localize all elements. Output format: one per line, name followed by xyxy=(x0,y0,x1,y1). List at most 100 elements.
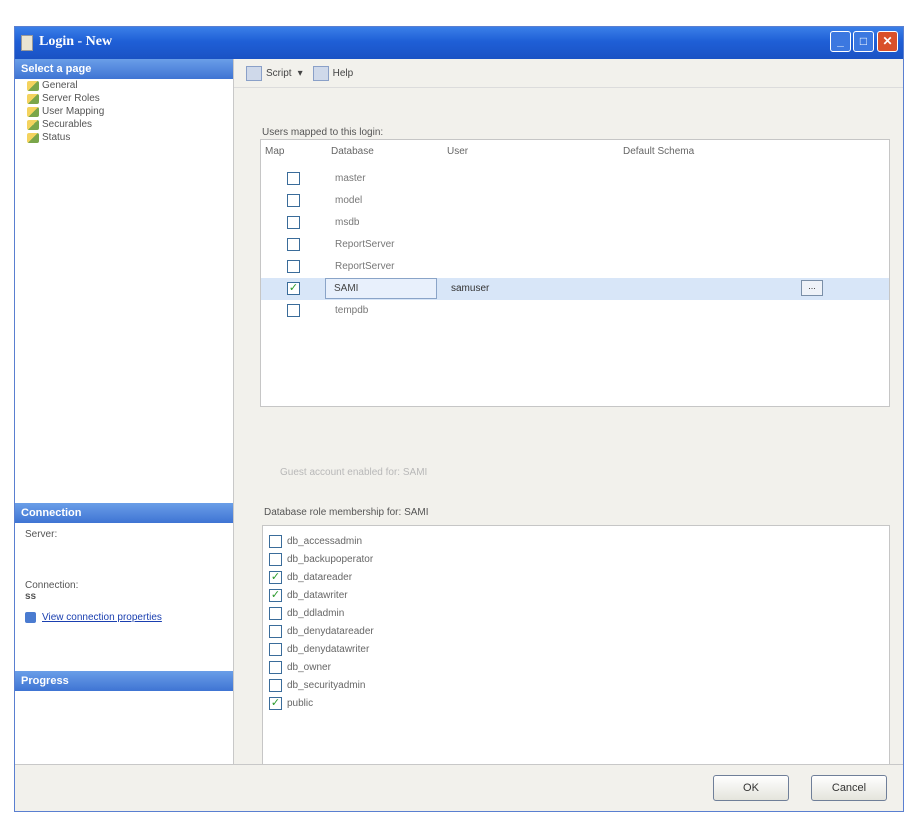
script-label: Script xyxy=(266,67,292,79)
role-checkbox[interactable] xyxy=(269,552,282,566)
connection-value: ss xyxy=(25,591,37,602)
script-icon xyxy=(246,65,262,81)
help-button[interactable]: Help xyxy=(312,65,354,81)
nav-label: User Mapping xyxy=(42,106,105,117)
role-label: public xyxy=(287,697,314,709)
role-checkbox[interactable]: ✓ xyxy=(269,570,282,584)
help-label: Help xyxy=(332,67,354,79)
database-cell: msdb xyxy=(335,217,360,228)
role-checkbox[interactable] xyxy=(269,624,282,638)
role-checkbox[interactable] xyxy=(269,678,282,692)
role-membership-label: Database role membership for: SAMI xyxy=(264,507,429,518)
dialog-footer: OK Cancel xyxy=(15,764,903,811)
role-item[interactable]: ✓ db_datawriter xyxy=(269,588,348,602)
nav-item-user-mapping[interactable]: User Mapping xyxy=(15,105,233,118)
role-checkbox[interactable]: ✓ xyxy=(269,696,282,710)
connection-header: Connection xyxy=(15,503,233,523)
login-new-dialog: Login - New _ □ ✕ Select a page General … xyxy=(14,26,904,812)
nav-label: General xyxy=(42,80,78,91)
header-map: Map xyxy=(265,146,285,157)
database-cell: tempdb xyxy=(335,305,369,316)
user-cell[interactable]: samuser xyxy=(451,283,489,294)
guest-account-label: Guest account enabled for: SAMI xyxy=(280,467,428,478)
page-icon xyxy=(27,106,39,117)
map-checkbox[interactable] xyxy=(287,194,300,207)
connection-section: Connection Server: Connection: ss View c… xyxy=(15,503,233,627)
map-checkbox[interactable]: ✓ xyxy=(287,282,300,295)
map-checkbox[interactable] xyxy=(287,260,300,273)
role-label: db_ddladmin xyxy=(287,607,345,619)
left-pane: Select a page General Server Roles User … xyxy=(15,59,234,765)
nav-item-status[interactable]: Status xyxy=(15,131,233,144)
database-cell[interactable]: SAMI xyxy=(325,278,437,299)
server-label: Server: xyxy=(25,529,58,540)
role-checkbox[interactable] xyxy=(269,660,282,674)
role-label: db_backupoperator xyxy=(287,553,374,565)
role-label: db_datareader xyxy=(287,571,353,583)
nav-label: Status xyxy=(42,132,71,143)
role-checkbox[interactable] xyxy=(269,534,282,548)
role-item[interactable]: db_accessadmin xyxy=(269,534,362,548)
view-connection-label: View connection properties xyxy=(42,612,162,623)
mapping-row[interactable]: tempdb xyxy=(261,300,889,322)
map-checkbox[interactable] xyxy=(287,304,300,317)
cancel-button[interactable]: Cancel xyxy=(811,775,887,801)
page-icon xyxy=(27,93,39,104)
role-label: db_securityadmin xyxy=(287,679,366,691)
progress-section: Progress xyxy=(15,671,233,691)
mapping-row[interactable]: msdb xyxy=(261,212,889,234)
role-item[interactable]: ✓ db_datareader xyxy=(269,570,352,584)
nav-label: Server Roles xyxy=(42,93,100,104)
title-bar[interactable]: Login - New _ □ ✕ xyxy=(15,27,903,59)
role-item[interactable]: db_owner xyxy=(269,660,331,674)
map-checkbox[interactable] xyxy=(287,238,300,251)
nav-item-securables[interactable]: Securables xyxy=(15,118,233,131)
script-dropdown-icon[interactable]: ▾ xyxy=(298,68,303,79)
nav-item-general[interactable]: General xyxy=(15,79,233,92)
role-item[interactable]: db_backupoperator xyxy=(269,552,373,566)
role-item[interactable]: ✓ public xyxy=(269,696,313,710)
script-button[interactable]: Script ▾ xyxy=(246,65,303,81)
mapping-row[interactable]: ReportServer xyxy=(261,256,889,278)
mapping-row-selected[interactable]: ✓ SAMI samuser ... xyxy=(261,278,889,300)
minimize-button[interactable]: _ xyxy=(830,31,851,52)
page-icon xyxy=(27,119,39,130)
mapping-row[interactable]: master xyxy=(261,168,889,190)
user-mapping-grid: Map Database User Default Schema master … xyxy=(260,139,890,407)
maximize-button[interactable]: □ xyxy=(853,31,874,52)
close-button[interactable]: ✕ xyxy=(877,31,898,52)
role-label: db_owner xyxy=(287,661,331,673)
schema-browse-button[interactable]: ... xyxy=(801,280,823,296)
nav-item-server-roles[interactable]: Server Roles xyxy=(15,92,233,105)
role-label: db_denydatareader xyxy=(287,625,374,637)
role-checkbox[interactable] xyxy=(269,606,282,620)
progress-header: Progress xyxy=(15,671,233,691)
connection-label: Connection: xyxy=(25,580,79,591)
ok-button[interactable]: OK xyxy=(713,775,789,801)
help-icon xyxy=(312,65,329,81)
users-mapped-label: Users mapped to this login: xyxy=(262,127,384,138)
role-item[interactable]: db_denydatareader xyxy=(269,624,374,638)
app-icon xyxy=(21,35,33,51)
role-item[interactable]: db_securityadmin xyxy=(269,678,365,692)
header-database: Database xyxy=(331,146,374,157)
role-label: db_datawriter xyxy=(287,589,348,601)
database-cell: ReportServer xyxy=(335,261,395,272)
role-checkbox[interactable] xyxy=(269,642,282,656)
map-checkbox[interactable] xyxy=(287,172,300,185)
role-membership-list: db_accessadmin db_backupoperator ✓ db_dat… xyxy=(262,525,890,785)
page-icon xyxy=(27,80,39,91)
mapping-row[interactable]: model xyxy=(261,190,889,212)
right-pane: Script ▾ Help Users mapped to this login… xyxy=(234,59,903,785)
database-cell: master xyxy=(335,173,366,184)
role-checkbox[interactable]: ✓ xyxy=(269,588,282,602)
view-connection-properties-link[interactable]: View connection properties xyxy=(15,608,233,627)
select-page-header: Select a page xyxy=(15,59,233,79)
map-checkbox[interactable] xyxy=(287,216,300,229)
toolbar: Script ▾ Help xyxy=(234,59,903,88)
database-cell: model xyxy=(335,195,363,206)
role-item[interactable]: db_denydatawriter xyxy=(269,642,369,656)
mapping-row[interactable]: ReportServer xyxy=(261,234,889,256)
connection-properties-icon xyxy=(25,612,36,623)
role-item[interactable]: db_ddladmin xyxy=(269,606,344,620)
